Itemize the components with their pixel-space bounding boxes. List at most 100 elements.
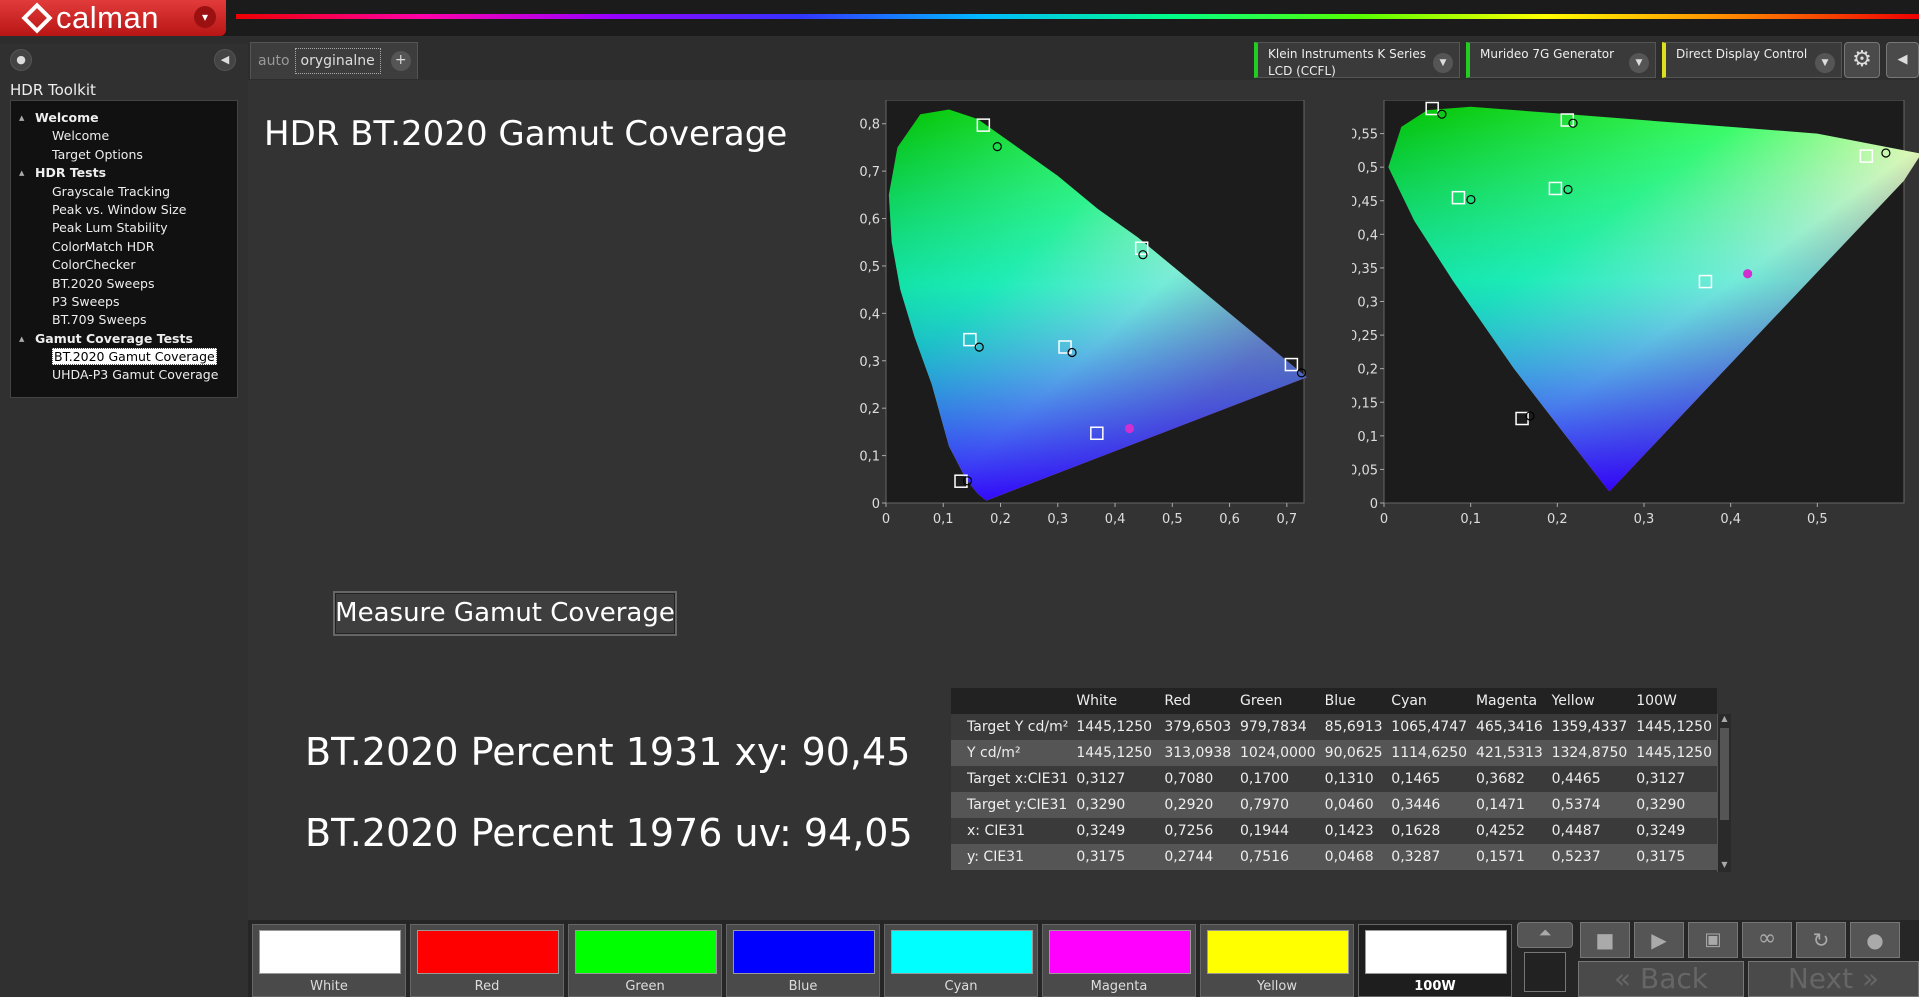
tree-item[interactable]: ColorMatch HDR [11,238,237,256]
tree-group[interactable]: Gamut Coverage Tests [11,330,237,348]
tree-item[interactable]: UHDA-P3 Gamut Coverage [11,366,237,384]
x-tick-label: 0,4 [1105,512,1126,527]
loop-icon[interactable]: ∞ [1742,922,1792,958]
x-tick-label: 0,6 [1219,512,1240,527]
add-tab-button[interactable]: + [390,51,411,71]
table-cell: Y cd/m² [967,745,1021,761]
record-icon[interactable]: ● [1850,922,1900,958]
tab-auto[interactable]: auto [253,49,295,73]
tree-item[interactable]: BT.2020 Sweeps [11,275,237,293]
rainbow-bar [236,14,1919,19]
y-tick-label: 0,5 [1357,161,1378,176]
swatch-label: Magenta [1090,979,1148,994]
table-cell: 0,5374 [1551,797,1601,813]
y-tick-label: 0 [872,497,880,512]
swatch-white[interactable]: White [252,924,406,997]
sidebar-pin-icon[interactable]: ● [10,49,32,71]
y-tick-label: 0,35 [1352,262,1378,277]
cie1931-chart: CIE 1931 xy00,10,20,30,40,50,60,700,10,2… [859,100,1307,527]
table-cell: 0,1471 [1475,797,1525,813]
stop-icon[interactable]: ■ [1580,922,1630,958]
scroll-up-icon[interactable]: ▲ [1719,714,1730,726]
table-cell: 0,5237 [1551,849,1601,865]
x-tick-label: 0,1 [1460,512,1481,527]
tree-item[interactable]: Welcome [11,127,237,145]
play-icon[interactable]: ▶ [1634,922,1684,958]
table-cell: 0,0468 [1324,849,1374,865]
tree-item[interactable]: P3 Sweeps [11,293,237,311]
chevron-down-icon[interactable]: ▼ [1433,53,1453,73]
table-cell: 0,3127 [1636,771,1686,787]
y-tick-label: 0,4 [859,307,880,322]
table-cell: 0,4465 [1551,771,1601,787]
refresh-icon[interactable]: ↻ [1796,922,1846,958]
table-cell: 0,7970 [1240,797,1289,813]
y-tick-label: 0,55 [1352,128,1378,143]
swatch-color [1365,930,1507,974]
device-selector[interactable]: Direct Display Control ▼ [1662,42,1842,78]
table-cell: 0,3290 [1076,797,1126,813]
tree-item[interactable]: Target Options [11,146,237,164]
x-tick-label: 0 [1380,512,1388,527]
collapse-right-icon[interactable]: ◀ [1886,42,1919,78]
table-cell: 979,7834 [1240,719,1307,735]
next-button[interactable]: Next » [1748,961,1919,997]
calman-logo[interactable]: calman ▾ [0,0,226,36]
tree-item[interactable]: Peak Lum Stability [11,219,237,237]
chevron-down-icon[interactable]: ▼ [1629,53,1649,73]
table-cell: 0,1944 [1240,823,1289,839]
swatch-100w[interactable]: 100W [1358,924,1512,997]
sidebar-title: HDR Toolkit [10,81,96,99]
table-cell: 1065,4747 [1391,719,1468,735]
chevron-down-icon[interactable]: ▼ [1815,53,1835,73]
sidebar-collapse-icon[interactable]: ◀ [214,49,236,71]
y-tick-label: 0,5 [859,260,880,275]
table-row: x: CIE31 0,3249 0,7256 0,1944 0,1423 0,1628 0,… [951,818,1717,844]
table-cell: 0,4252 [1475,823,1525,839]
y-tick-label: 0,4 [1357,228,1378,243]
measure-gamut-button[interactable]: Measure Gamut Coverage [333,591,677,636]
tree-item[interactable]: BT.2020 Gamut Coverage [11,348,237,366]
y-tick-label: 0,2 [859,402,880,417]
tree-group[interactable]: Welcome [11,109,237,127]
tree-item-label: Grayscale Tracking [52,183,171,199]
tree-group[interactable]: HDR Tests [11,164,237,182]
save-icon[interactable]: ▣ [1688,922,1738,958]
x-tick-label: 0,5 [1807,512,1828,527]
swatch-red[interactable]: Red [410,924,564,997]
measurement-table: White Red Green Blue Cyan Magenta Yellow 100W Ta… [951,688,1731,870]
up-arrow-icon[interactable]: ⏶ [1517,922,1573,948]
swatch-blue[interactable]: Blue [726,924,880,997]
bt2020-percent-1976: BT.2020 Percent 1976 uv: 94,05 [305,811,913,855]
bt2020-percent-1931: BT.2020 Percent 1931 xy: 90,45 [305,730,911,774]
gear-icon[interactable]: ⚙ [1844,42,1880,78]
swatch-yellow[interactable]: Yellow [1200,924,1354,997]
table-cell: Target x:CIE31 [967,771,1069,787]
table-header [951,688,1073,714]
tree-item[interactable]: ColorChecker [11,256,237,274]
logo-dropdown-icon[interactable]: ▾ [194,6,216,28]
swatch-magenta[interactable]: Magenta [1042,924,1196,997]
next-chevron-icon: » [1862,962,1880,995]
tree-item-label: Welcome [52,128,110,144]
tab-original[interactable]: oryginalne [294,48,381,74]
back-button[interactable]: « Back [1578,961,1744,997]
scroll-thumb[interactable] [1720,728,1729,820]
swatch-green[interactable]: Green [568,924,722,997]
y-tick-label: 0,6 [859,213,880,228]
tree-item[interactable]: BT.709 Sweeps [11,311,237,329]
table-cell: 313,0938 [1164,745,1232,761]
device-selector[interactable]: Klein Instruments K Series LCD (CCFL) ▼ [1254,42,1460,78]
table-header: Cyan [1387,688,1472,714]
device-subname: LCD (CCFL) [1268,64,1336,78]
tree-item[interactable]: Peak vs. Window Size [11,201,237,219]
tree-item-label: UHDA-P3 Gamut Coverage [52,367,219,383]
table-scrollbar[interactable]: ▲ ▼ [1717,714,1731,872]
table-cell: x: CIE31 [967,823,1026,839]
tree-item[interactable]: Grayscale Tracking [11,183,237,201]
swatch-cyan[interactable]: Cyan [884,924,1038,997]
table-cell: 1359,4337 [1551,719,1628,735]
swatch-color [733,930,875,974]
scroll-down-icon[interactable]: ▼ [1719,860,1730,872]
device-selector[interactable]: Murideo 7G Generator ▼ [1466,42,1656,78]
